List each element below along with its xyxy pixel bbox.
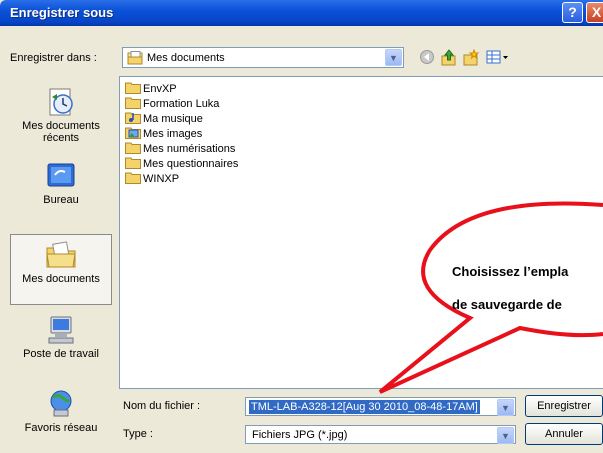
callout-line-1: Choisissez l’empla — [452, 264, 569, 279]
callout-line-2: de sauvegarde de — [452, 297, 562, 312]
callout-text-area: Choisissez l’empla de sauvegarde de — [0, 0, 603, 453]
